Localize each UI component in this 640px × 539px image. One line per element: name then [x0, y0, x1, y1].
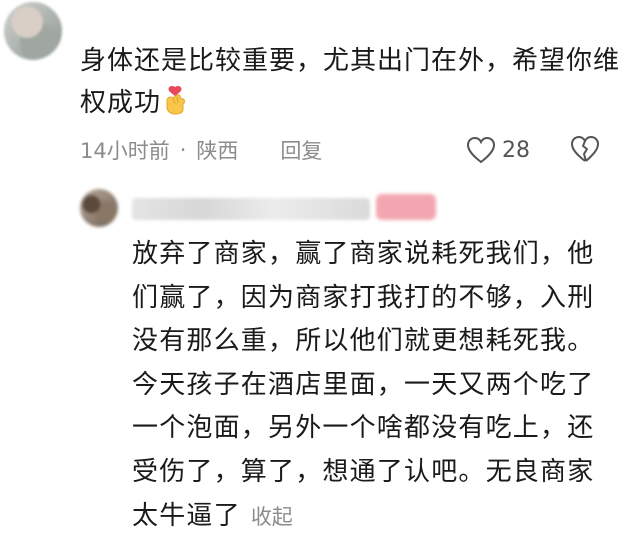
- heart-outline-icon: [466, 136, 496, 164]
- comment-time: 14小时前: [80, 139, 170, 163]
- like-button[interactable]: 28: [466, 134, 530, 166]
- broken-heart-icon[interactable]: [570, 135, 600, 163]
- collapse-button[interactable]: 收起: [251, 505, 293, 529]
- reply-avatar[interactable]: [80, 189, 118, 227]
- reply-username-blurred[interactable]: [132, 198, 370, 220]
- like-count: 28: [502, 137, 530, 163]
- reply-text: 放弃了商家，赢了商家说耗死我们，他们赢了，因为商家打我打的不够，入刑没有那么重，…: [132, 233, 612, 539]
- comment-avatar[interactable]: [4, 2, 62, 60]
- reply-body: 放弃了商家，赢了商家说耗死我们，他们赢了，因为商家打我打的不够，入刑没有那么重，…: [132, 239, 595, 531]
- reply-button[interactable]: 回复: [280, 135, 322, 165]
- reply-badge-blurred: [376, 194, 436, 220]
- comment-meta: 14小时前 · 陕西 回复: [80, 135, 322, 165]
- comment-text: 身体还是比较重要，尤其出门在外，希望你维权成功: [80, 40, 620, 128]
- finger-heart-emoji-icon: [161, 85, 189, 128]
- meta-separator: ·: [179, 138, 187, 162]
- comment-location: 陕西: [196, 139, 239, 163]
